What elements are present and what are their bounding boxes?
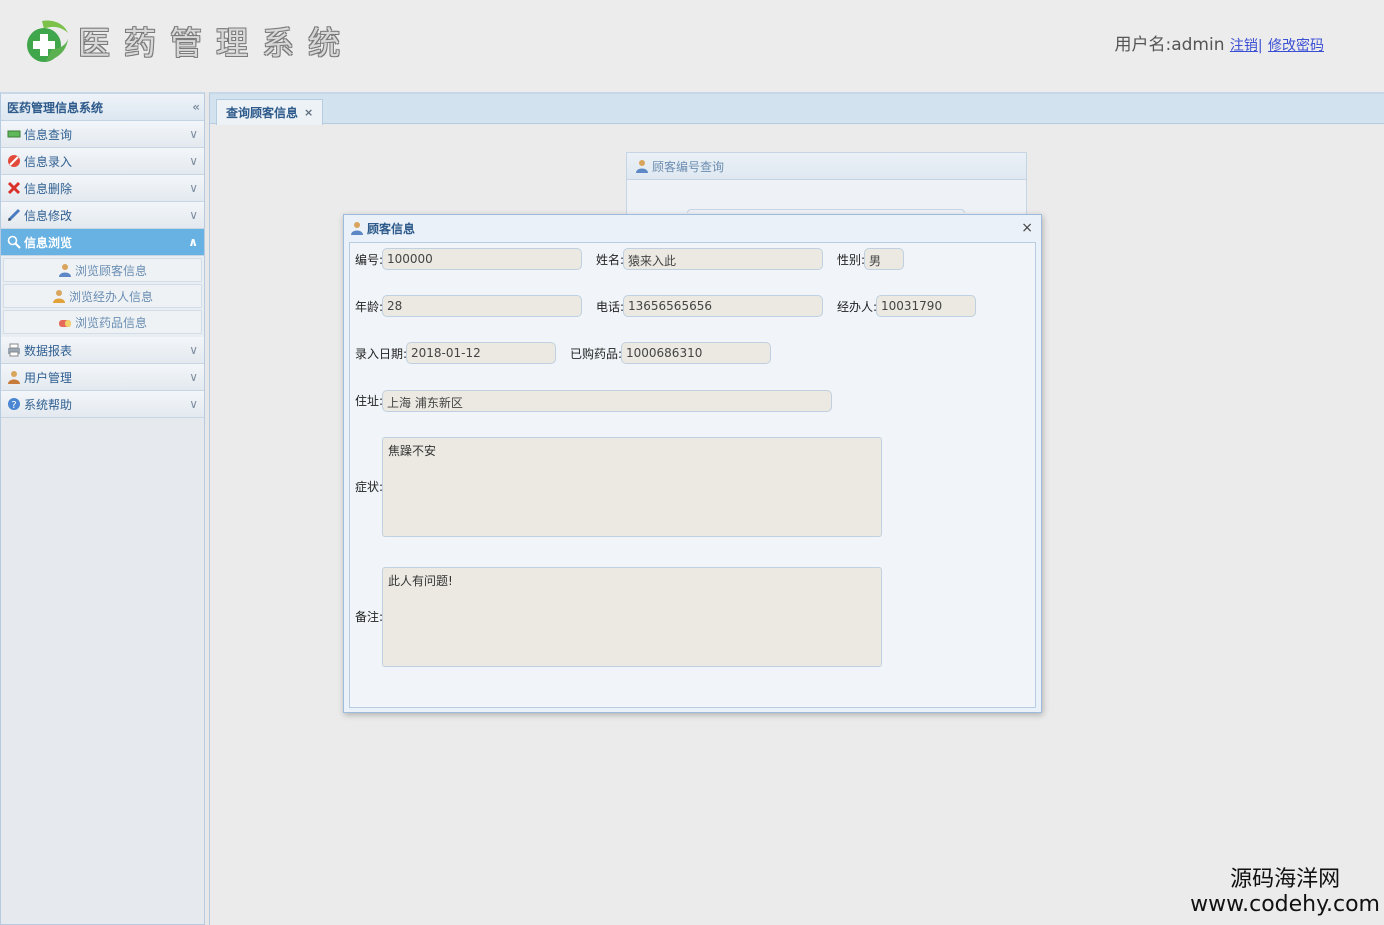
sidebar-header: 医药管理信息系统 « — [1, 94, 204, 121]
app-logo: 医 药 管 理 系 统 — [22, 18, 340, 64]
sidebar: 医药管理信息系统 « 信息查询 ∨ 信息录入 ∨ 信息删除 ∨ 信息修改 ∨ 信… — [0, 92, 205, 925]
submenu-browse-agents[interactable]: 浏览经办人信息 — [3, 284, 202, 308]
no-entry-icon — [7, 154, 21, 168]
green-bar-icon — [7, 127, 21, 141]
expand-chevron-icon: ∨ — [189, 181, 198, 195]
collapse-chevron-icon: ∧ — [188, 235, 198, 249]
link-separator: | — [1257, 38, 1263, 54]
customer-info-dialog: 顾客信息 × 编号: 100000 姓名: 猿来入此 性别: 男 年龄: 28 … — [343, 214, 1042, 713]
address-field[interactable]: 上海 浦东新区 — [382, 390, 832, 412]
expand-chevron-icon: ∨ — [189, 397, 198, 411]
id-label: 编号: — [355, 253, 384, 267]
menu-item-modify[interactable]: 信息修改 ∨ — [1, 202, 204, 229]
gender-label: 性别: — [837, 253, 866, 267]
dialog-header: 顾客信息 × — [344, 215, 1041, 241]
agent-icon — [52, 289, 66, 303]
expand-chevron-icon: ∨ — [189, 343, 198, 357]
menu-item-help[interactable]: ? 系统帮助 ∨ — [1, 391, 204, 418]
phone-field[interactable]: 13656565656 — [623, 295, 823, 317]
collapse-sidebar-icon[interactable]: « — [192, 100, 200, 114]
submenu-browse-customers[interactable]: 浏览顾客信息 — [3, 258, 202, 282]
menu-item-entry[interactable]: 信息录入 ∨ — [1, 148, 204, 175]
expand-chevron-icon: ∨ — [189, 154, 198, 168]
remark-label: 备注: — [355, 610, 384, 624]
entry-date-field[interactable]: 2018-01-12 — [406, 342, 556, 364]
watermark-cn: 源码海洋网 — [1230, 867, 1341, 892]
id-field[interactable]: 100000 — [382, 248, 582, 270]
logout-link[interactable]: 注销 — [1230, 38, 1258, 54]
customer-id-query-panel: 顾客编号查询 — [626, 152, 1027, 222]
help-icon: ? — [7, 397, 21, 411]
symptom-label: 症状: — [355, 480, 384, 494]
watermark-en: www.codehy.com — [1190, 892, 1380, 917]
submenu-browse-drugs[interactable]: 浏览药品信息 — [3, 310, 202, 334]
browse-submenu: 浏览顾客信息 浏览经办人信息 浏览药品信息 — [1, 256, 204, 337]
age-field[interactable]: 28 — [382, 295, 582, 317]
name-label: 姓名: — [596, 253, 625, 267]
sidebar-title: 医药管理信息系统 — [7, 100, 104, 115]
customer-icon — [635, 159, 649, 173]
dialog-close-icon[interactable]: × — [1021, 220, 1033, 236]
site-watermark: 源码海洋网 www.codehy.com — [1190, 867, 1380, 917]
remark-textarea[interactable]: 此人有问题! — [382, 567, 882, 667]
drug-icon — [58, 315, 72, 329]
red-x-icon — [7, 181, 21, 195]
purchased-drug-field[interactable]: 1000686310 — [621, 342, 771, 364]
app-title: 医 药 管 理 系 统 — [78, 24, 341, 62]
username-label: 用户名:admin — [1114, 35, 1225, 55]
app-header: 医 药 管 理 系 统 用户名:admin 注销| 修改密码 — [0, 0, 1384, 92]
svg-text:?: ? — [11, 400, 16, 411]
menu-item-browse[interactable]: 信息浏览 ∧ — [1, 229, 204, 256]
printer-icon — [7, 343, 21, 357]
pencil-icon — [7, 208, 21, 222]
dialog-title: 顾客信息 — [367, 221, 416, 236]
tab-query-customer[interactable]: 查询顾客信息 × — [216, 99, 324, 125]
address-label: 住址: — [355, 394, 384, 408]
agent-field[interactable]: 10031790 — [876, 295, 976, 317]
medical-cross-logo-icon — [22, 19, 70, 63]
name-field[interactable]: 猿来入此 — [623, 248, 823, 270]
entry-date-label: 录入日期: — [355, 347, 408, 361]
phone-label: 电话: — [596, 300, 625, 314]
menu-item-delete[interactable]: 信息删除 ∨ — [1, 175, 204, 202]
menu-item-reports[interactable]: 数据报表 ∨ — [1, 337, 204, 364]
gender-field[interactable]: 男 — [864, 248, 904, 270]
customer-icon — [350, 221, 364, 235]
tab-bar: 查询顾客信息 × — [210, 94, 1384, 125]
agent-label: 经办人: — [837, 300, 878, 314]
user-icon — [7, 370, 21, 384]
expand-chevron-icon: ∨ — [189, 208, 198, 222]
query-panel-header: 顾客编号查询 — [627, 153, 1026, 180]
query-input-outline — [687, 209, 965, 213]
user-area: 用户名:admin 注销| 修改密码 — [1114, 30, 1324, 55]
menu-item-users[interactable]: 用户管理 ∨ — [1, 364, 204, 391]
menu-item-query[interactable]: 信息查询 ∨ — [1, 121, 204, 148]
age-label: 年龄: — [355, 300, 384, 314]
tab-close-icon[interactable]: × — [304, 106, 313, 119]
symptom-textarea[interactable]: 焦躁不安 — [382, 437, 882, 537]
dialog-form: 编号: 100000 姓名: 猿来入此 性别: 男 年龄: 28 电话: 136… — [349, 242, 1036, 708]
expand-chevron-icon: ∨ — [189, 370, 198, 384]
customer-icon — [58, 263, 72, 277]
purchased-drug-label: 已购药品: — [570, 347, 623, 361]
expand-chevron-icon: ∨ — [189, 127, 198, 141]
magnifier-icon — [7, 235, 21, 249]
change-password-link[interactable]: 修改密码 — [1268, 38, 1324, 54]
